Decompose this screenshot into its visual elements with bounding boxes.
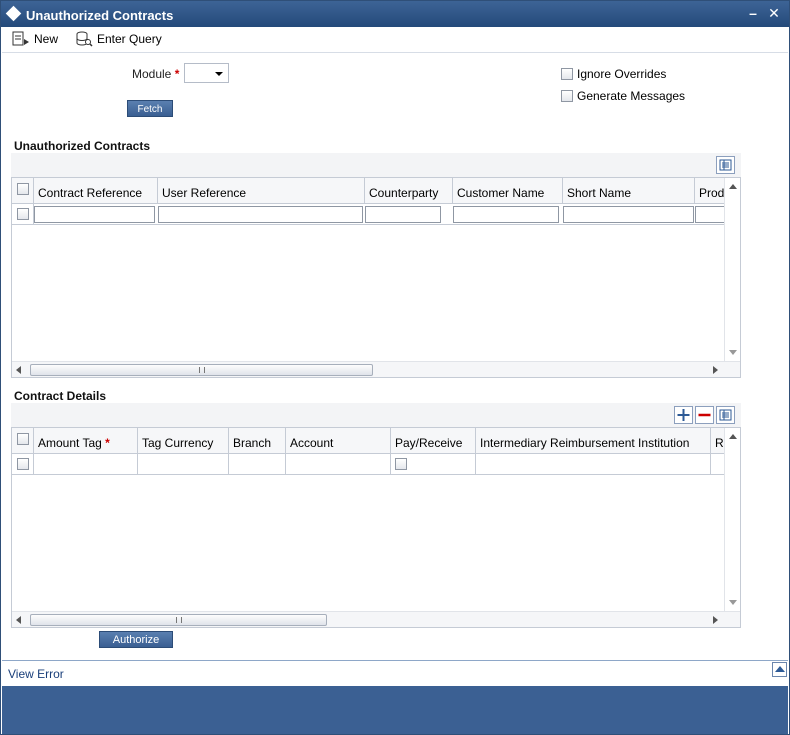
toolbar: New Enter Query xyxy=(2,27,788,53)
module-select[interactable] xyxy=(184,63,229,83)
generate-messages-label: Generate Messages xyxy=(577,89,686,103)
table-row xyxy=(12,454,724,475)
column-header[interactable]: User Reference xyxy=(158,178,365,204)
module-label: Module * xyxy=(132,67,180,81)
scroll-down-icon[interactable] xyxy=(729,350,737,355)
chevron-up-icon[interactable] xyxy=(772,662,787,677)
extra-cell[interactable] xyxy=(711,454,724,474)
grid-header: Amount Tag * Tag Currency Branch Account… xyxy=(12,428,724,454)
row-checkbox[interactable] xyxy=(17,458,29,470)
branch-cell[interactable] xyxy=(229,454,286,474)
contract-details-title: Contract Details xyxy=(14,389,107,403)
grip-icon xyxy=(175,617,182,623)
row-select-cell xyxy=(12,454,34,474)
scroll-left-icon[interactable] xyxy=(16,616,21,624)
grid-header: Contract Reference User Reference Counte… xyxy=(12,178,724,204)
scroll-up-icon[interactable] xyxy=(729,434,737,439)
plus-icon[interactable] xyxy=(674,406,693,424)
minus-icon[interactable] xyxy=(695,406,714,424)
column-header[interactable]: Prod xyxy=(695,178,724,204)
select-all-cell xyxy=(12,178,34,204)
required-mark: * xyxy=(174,67,180,81)
column-header[interactable]: Contract Reference xyxy=(34,178,158,204)
ignore-overrides-label: Ignore Overrides xyxy=(577,67,667,81)
diamond-icon xyxy=(5,5,22,22)
horizontal-scrollbar[interactable] xyxy=(12,611,740,627)
contract-reference-input[interactable] xyxy=(34,206,155,223)
vertical-scrollbar[interactable] xyxy=(724,428,740,611)
column-header[interactable]: Tag Currency xyxy=(138,428,229,454)
row-checkbox[interactable] xyxy=(17,208,29,220)
scroll-thumb[interactable] xyxy=(30,614,327,626)
generate-messages-row: Generate Messages xyxy=(561,89,685,103)
enter-query-button[interactable]: Enter Query xyxy=(75,30,162,48)
enter-query-label: Enter Query xyxy=(97,32,162,46)
window: Unauthorized Contracts – ✕ New Enter Que… xyxy=(0,0,790,735)
pay-receive-checkbox[interactable] xyxy=(395,458,407,470)
tag-currency-cell[interactable] xyxy=(138,454,229,474)
new-button[interactable]: New xyxy=(12,30,58,48)
select-all-cell xyxy=(12,428,34,454)
select-all-checkbox[interactable] xyxy=(17,433,29,445)
contract-details-grid: Amount Tag * Tag Currency Branch Account… xyxy=(11,427,741,628)
column-header[interactable]: Pay/Receive xyxy=(391,428,476,454)
grip-icon xyxy=(198,367,205,373)
horizontal-scrollbar[interactable] xyxy=(12,361,740,377)
fetch-button[interactable]: Fetch xyxy=(127,100,173,117)
minimize-icon[interactable]: – xyxy=(745,5,761,21)
intermediary-cell[interactable] xyxy=(476,454,711,474)
authorize-button[interactable]: Authorize xyxy=(99,631,173,648)
column-header[interactable]: Account xyxy=(286,428,391,454)
footer-panel xyxy=(2,686,788,734)
amount-tag-cell[interactable] xyxy=(34,454,138,474)
required-mark: * xyxy=(105,436,110,450)
pay-receive-cell xyxy=(391,454,476,474)
query-icon xyxy=(75,31,93,47)
column-header[interactable]: R xyxy=(711,428,724,454)
row-select-cell xyxy=(12,204,34,224)
vertical-scrollbar[interactable] xyxy=(724,178,740,361)
new-label: New xyxy=(34,32,59,46)
table-row xyxy=(12,204,724,225)
close-icon[interactable]: ✕ xyxy=(766,5,782,21)
select-all-checkbox[interactable] xyxy=(17,183,29,195)
unauthorized-contracts-grid-toolbar xyxy=(11,153,741,177)
scroll-left-icon[interactable] xyxy=(16,366,21,374)
list-icon[interactable] xyxy=(716,156,735,174)
contract-details-grid-toolbar xyxy=(11,403,741,427)
ignore-overrides-row: Ignore Overrides xyxy=(561,67,666,81)
column-header[interactable]: Amount Tag * xyxy=(34,428,138,454)
customer-name-input[interactable] xyxy=(453,206,559,223)
generate-messages-checkbox[interactable] xyxy=(561,90,573,102)
column-header[interactable]: Customer Name xyxy=(453,178,563,204)
user-reference-input[interactable] xyxy=(158,206,363,223)
scroll-up-icon[interactable] xyxy=(729,184,737,189)
titlebar: Unauthorized Contracts – ✕ xyxy=(1,1,789,27)
scroll-down-icon[interactable] xyxy=(729,600,737,605)
column-header[interactable]: Short Name xyxy=(563,178,695,204)
ignore-overrides-checkbox[interactable] xyxy=(561,68,573,80)
column-header[interactable]: Intermediary Reimbursement Institution xyxy=(476,428,711,454)
unauthorized-contracts-grid: Contract Reference User Reference Counte… xyxy=(11,177,741,378)
scroll-right-icon[interactable] xyxy=(713,616,718,624)
scroll-right-icon[interactable] xyxy=(713,366,718,374)
scroll-thumb[interactable] xyxy=(30,364,373,376)
new-document-icon xyxy=(12,31,30,47)
account-cell[interactable] xyxy=(286,454,391,474)
chevron-down-icon xyxy=(215,72,223,76)
short-name-input[interactable] xyxy=(563,206,694,223)
view-error-link[interactable]: View Error xyxy=(8,667,64,681)
counterparty-input[interactable] xyxy=(365,206,441,223)
window-title: Unauthorized Contracts xyxy=(26,8,174,23)
footer-divider xyxy=(2,660,788,661)
unauthorized-contracts-title: Unauthorized Contracts xyxy=(14,139,151,153)
column-header[interactable]: Counterparty xyxy=(365,178,453,204)
list-icon[interactable] xyxy=(716,406,735,424)
column-header[interactable]: Branch xyxy=(229,428,286,454)
product-input[interactable] xyxy=(695,206,724,223)
